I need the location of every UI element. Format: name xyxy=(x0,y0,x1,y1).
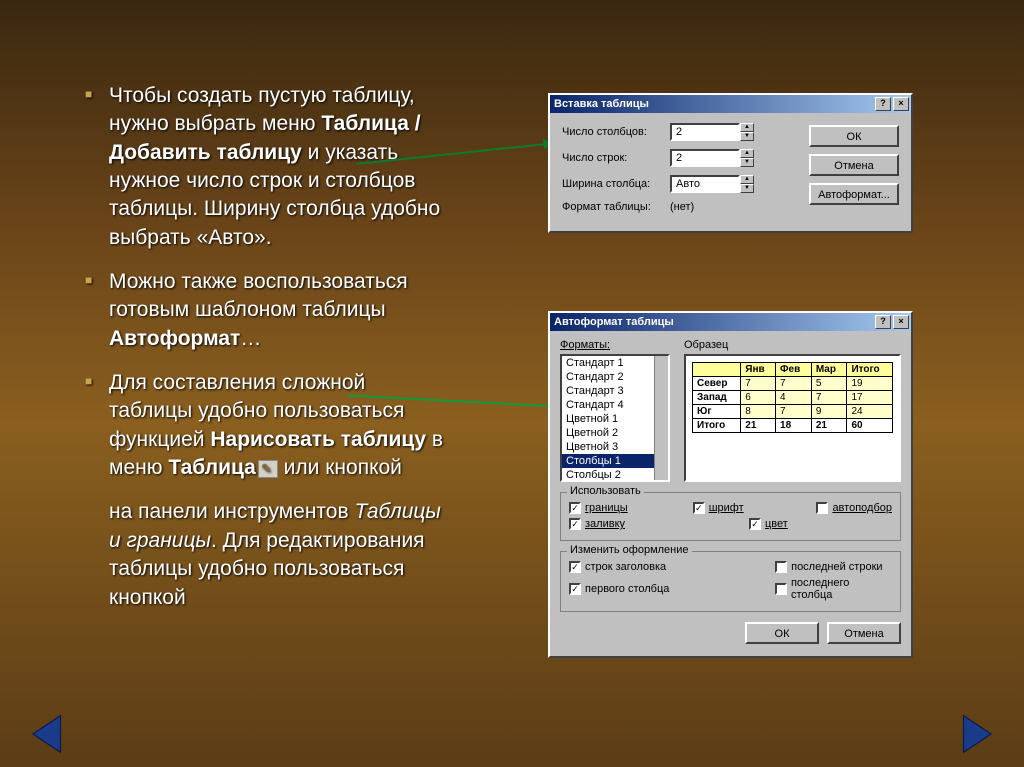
text: Можно также воспользоваться готовым шабл… xyxy=(109,270,408,321)
help-button[interactable]: ? xyxy=(875,97,891,111)
titlebar[interactable]: Автоформат таблицы ? × xyxy=(550,313,911,331)
chk-last-row[interactable]: последней строки xyxy=(775,561,892,573)
text: … xyxy=(240,327,261,350)
spin-down-icon[interactable]: ▼ xyxy=(740,132,754,141)
text-bold: Таблица xyxy=(168,456,256,479)
bullet-list: Чтобы создать пустую таблицу, нужно выбр… xyxy=(85,82,445,612)
bullet-2: Можно также воспользоваться готовым шабл… xyxy=(85,268,445,353)
chk-header-row[interactable]: ✓строк заголовка xyxy=(569,561,715,573)
cols-input[interactable]: 2▲▼ xyxy=(670,123,760,141)
help-button[interactable]: ? xyxy=(875,315,891,329)
text: или кнопкой xyxy=(278,456,402,479)
spin-up-icon[interactable]: ▲ xyxy=(740,175,754,184)
width-label: Ширина столбца: xyxy=(562,178,670,190)
bullet-3-continuation: на панели инструментов Таблицы и границы… xyxy=(85,498,445,611)
apply-group: Изменить оформление ✓строк заголовка пос… xyxy=(560,551,901,612)
rows-label: Число строк: xyxy=(562,152,670,164)
width-value[interactable]: Авто xyxy=(670,175,740,193)
text-bold: Автоформат xyxy=(109,327,240,350)
formats-listbox[interactable]: Стандарт 1Стандарт 2Стандарт 3Стандарт 4… xyxy=(560,354,670,482)
rows-value[interactable]: 2 xyxy=(670,149,740,167)
autoformat-dialog: Автоформат таблицы ? × Форматы: Стандарт… xyxy=(548,311,913,658)
chk-borders[interactable]: ✓границы xyxy=(569,502,633,514)
list-item[interactable]: Цветной 1 xyxy=(562,412,668,426)
text: на панели инструментов xyxy=(109,500,354,523)
dialog-title: Вставка таблицы xyxy=(554,98,873,110)
spin-up-icon[interactable]: ▲ xyxy=(740,123,754,132)
ok-button[interactable]: ОК xyxy=(745,622,819,644)
chk-color[interactable]: ✓цвет xyxy=(749,518,869,530)
chk-fill[interactable]: ✓заливку xyxy=(569,518,689,530)
spin-up-icon[interactable]: ▲ xyxy=(740,149,754,158)
ok-button[interactable]: ОК xyxy=(809,125,899,147)
insert-table-dialog: Вставка таблицы ? × Число столбцов: 2▲▼ … xyxy=(548,93,913,233)
next-slide-button[interactable] xyxy=(952,711,998,757)
group-title: Изменить оформление xyxy=(567,544,692,556)
list-item[interactable]: Столбцы 1 xyxy=(562,454,668,468)
bullet-3: Для составления сложной таблицы удобно п… xyxy=(85,369,445,482)
cancel-button[interactable]: Отмена xyxy=(827,622,901,644)
prev-slide-button[interactable] xyxy=(26,711,72,757)
pencil-icon xyxy=(258,460,278,478)
titlebar[interactable]: Вставка таблицы ? × xyxy=(550,95,911,113)
preview-box: ЯнвФевМарИтогоСевер77519Запад64717Юг8792… xyxy=(684,354,901,482)
formats-label: Форматы: xyxy=(560,339,670,351)
list-item[interactable]: Цветной 3 xyxy=(562,440,668,454)
spin-down-icon[interactable]: ▼ xyxy=(740,184,754,193)
preview-table: ЯнвФевМарИтогоСевер77519Запад64717Юг8792… xyxy=(692,362,893,433)
list-item[interactable]: Стандарт 3 xyxy=(562,384,668,398)
chk-first-col[interactable]: ✓первого столбца xyxy=(569,577,715,601)
bullet-1: Чтобы создать пустую таблицу, нужно выбр… xyxy=(85,82,445,252)
chk-autofit[interactable]: автоподбор xyxy=(816,502,892,514)
scrollbar[interactable] xyxy=(654,356,668,480)
format-label: Формат таблицы: xyxy=(562,201,670,213)
cancel-button[interactable]: Отмена xyxy=(809,154,899,176)
chk-last-col[interactable]: последнего столбца xyxy=(775,577,892,601)
rows-input[interactable]: 2▲▼ xyxy=(670,149,760,167)
use-group: Использовать ✓границы ✓шрифт автоподбор … xyxy=(560,492,901,541)
chk-font[interactable]: ✓шрифт xyxy=(693,502,757,514)
width-input[interactable]: Авто▲▼ xyxy=(670,175,760,193)
cols-label: Число столбцов: xyxy=(562,126,670,138)
list-item[interactable]: Стандарт 2 xyxy=(562,370,668,384)
dialog-title: Автоформат таблицы xyxy=(554,316,873,328)
list-item[interactable]: Стандарт 1 xyxy=(562,356,668,370)
close-button[interactable]: × xyxy=(893,315,909,329)
text-bold: Нарисовать таблицу xyxy=(210,428,426,451)
group-title: Использовать xyxy=(567,485,644,497)
format-value: (нет) xyxy=(670,201,694,213)
spin-down-icon[interactable]: ▼ xyxy=(740,158,754,167)
list-item[interactable]: Столбцы 2 xyxy=(562,468,668,482)
autoformat-button[interactable]: Автоформат... xyxy=(809,183,899,205)
cols-value[interactable]: 2 xyxy=(670,123,740,141)
list-item[interactable]: Цветной 2 xyxy=(562,426,668,440)
list-item[interactable]: Стандарт 4 xyxy=(562,398,668,412)
sample-label: Образец xyxy=(684,339,901,351)
close-button[interactable]: × xyxy=(893,97,909,111)
